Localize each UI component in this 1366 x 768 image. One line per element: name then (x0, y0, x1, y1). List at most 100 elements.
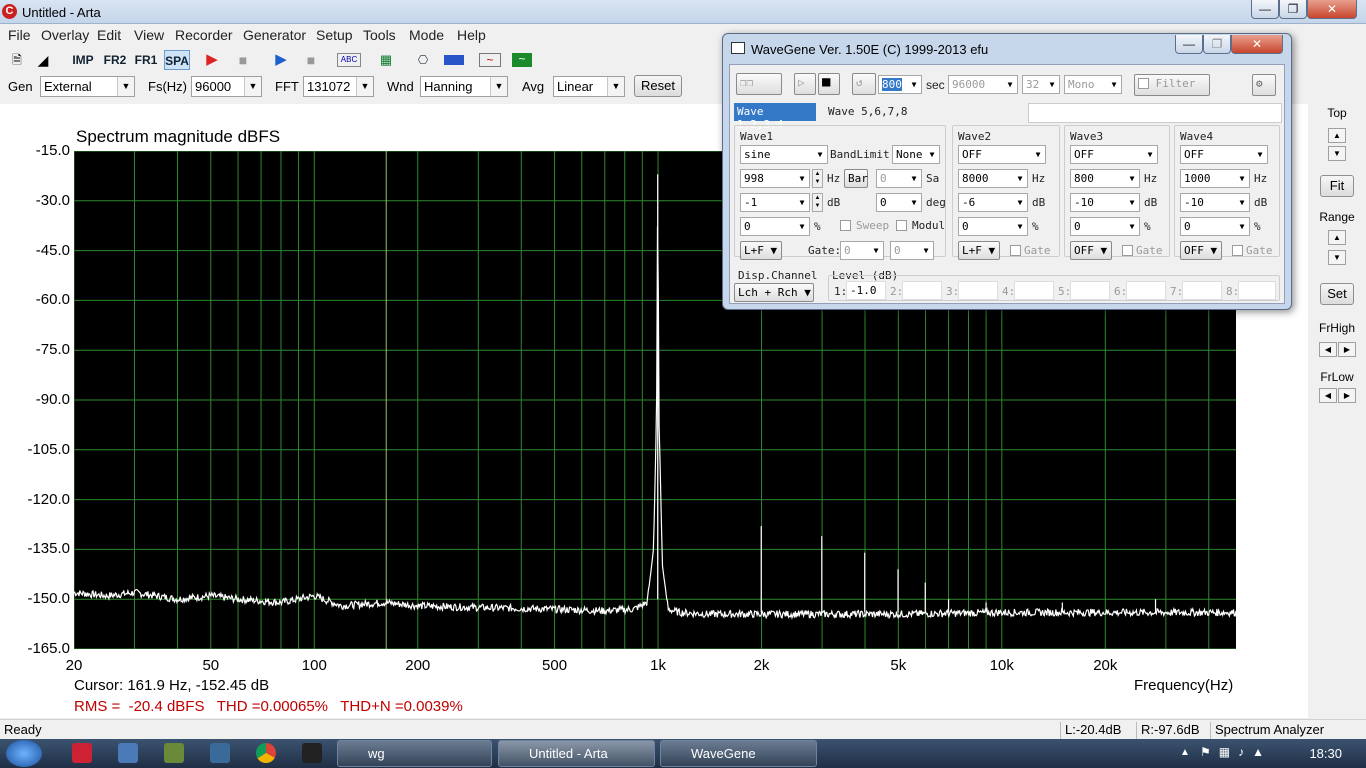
tab-wave-5-8[interactable]: Wave 5,6,7,8 (828, 105, 907, 118)
stop-gen-icon[interactable]: ■ (302, 50, 320, 70)
pinned-tool-icon[interactable] (164, 743, 184, 763)
top-up-button[interactable]: ▲ (1328, 128, 1346, 143)
frlow-left-button[interactable]: ◀ (1319, 388, 1337, 403)
duration-select[interactable]: 800 ▼ (878, 75, 922, 94)
wave4-freq-select[interactable]: 1000 ▼ (1180, 169, 1250, 188)
disp-channel-select[interactable]: Lch + Rch ▼ (734, 283, 814, 302)
fft-select[interactable]: 131072 ▼ (303, 76, 374, 97)
tab-wave-1-4[interactable]: Wave 1,2,3,4 (734, 103, 816, 131)
taskbar-wavegene[interactable]: WaveGene (660, 740, 817, 767)
taskbar-folder-wg[interactable]: wg (337, 740, 492, 767)
wave4-offset-select[interactable]: 0 ▼ (1180, 217, 1250, 236)
pinned-app3-icon[interactable] (302, 743, 322, 763)
range-down-button[interactable]: ▼ (1328, 250, 1346, 265)
settings-icon[interactable]: ⚙ (1252, 74, 1276, 96)
maximize-button[interactable]: ❐ (1279, 0, 1307, 19)
fr1-button[interactable]: FR1 (133, 50, 159, 70)
play-icon[interactable]: ▶ (272, 50, 290, 70)
wave3-level-select[interactable]: -10 ▼ (1070, 193, 1140, 212)
wave1-phase-select[interactable]: 0 ▼ (876, 193, 922, 212)
fr2-button[interactable]: FR2 (102, 50, 128, 70)
wave3-gate-checkbox[interactable] (1122, 245, 1133, 256)
frhigh-right-button[interactable]: ▶ (1338, 342, 1356, 357)
top-down-button[interactable]: ▼ (1328, 146, 1346, 161)
wave2-level-select[interactable]: -6 ▼ (958, 193, 1028, 212)
rate-select[interactable]: 96000 ▼ (948, 75, 1018, 94)
menu-setup[interactable]: Setup (316, 27, 353, 43)
wavegene-close-button[interactable]: ✕ (1231, 35, 1283, 54)
wave4-gate-checkbox[interactable] (1232, 245, 1243, 256)
pinned-app2-icon[interactable] (210, 743, 230, 763)
card-icon[interactable] (444, 55, 464, 65)
wave1-sa-select[interactable]: 0 ▼ (876, 169, 922, 188)
menu-edit[interactable]: Edit (97, 27, 121, 43)
filter-toggle[interactable]: Filter (1134, 74, 1210, 96)
wave1-freq-spinner[interactable]: ▲ ▼ (812, 169, 823, 188)
wave3-offset-select[interactable]: 0 ▼ (1070, 217, 1140, 236)
keyboard-icon[interactable] (118, 743, 138, 763)
wave2-gate-checkbox[interactable] (1010, 245, 1021, 256)
menu-view[interactable]: View (134, 27, 164, 43)
wavegene-minimize-button[interactable]: — (1175, 35, 1203, 54)
wavegene-maximize-button[interactable]: ❐ (1203, 35, 1231, 54)
wave4-level-select[interactable]: -10 ▼ (1180, 193, 1250, 212)
wave1-type-select[interactable]: sine ▼ (740, 145, 828, 164)
spa-button[interactable]: SPA (164, 50, 190, 70)
fit-button[interactable]: Fit (1320, 175, 1354, 197)
copy-icon[interactable]: ❐❐ (736, 73, 782, 95)
menu-file[interactable]: File (8, 27, 31, 43)
menu-mode[interactable]: Mode (409, 27, 444, 43)
record-play-icon[interactable]: ▶ (203, 50, 221, 70)
play-wave-icon[interactable]: ▷ (794, 73, 816, 95)
wave3-route-select[interactable]: OFF ▼ (1070, 241, 1112, 260)
filter-checkbox[interactable] (1138, 78, 1149, 89)
bar-button[interactable]: Bar (844, 169, 868, 188)
scope-icon[interactable]: ~ (512, 53, 532, 67)
reset-button[interactable]: Reset (634, 75, 682, 97)
chrome-icon[interactable] (256, 743, 276, 763)
menu-recorder[interactable]: Recorder (175, 27, 233, 43)
abc-icon[interactable]: ABC (337, 53, 361, 67)
close-button[interactable]: ✕ (1307, 0, 1357, 19)
imp-button[interactable]: IMP (70, 50, 96, 70)
avg-select[interactable]: Linear ▼ (553, 76, 625, 97)
pinned-app-icon[interactable] (72, 743, 92, 763)
modul-checkbox[interactable] (896, 220, 907, 231)
taskbar-arta[interactable]: Untitled - Arta (498, 740, 655, 767)
frhigh-left-button[interactable]: ◀ (1319, 342, 1337, 357)
minimize-button[interactable]: — (1251, 0, 1279, 19)
tray-expand-icon[interactable]: ▲ (1180, 747, 1190, 758)
set-button[interactable]: Set (1320, 283, 1354, 305)
channels-select[interactable]: Mono ▼ (1064, 75, 1122, 94)
wave1-level-select[interactable]: -1 ▼ (740, 193, 810, 212)
menu-generator[interactable]: Generator (243, 27, 306, 43)
probe-icon[interactable]: ⎔ (412, 50, 434, 70)
sweep-checkbox[interactable] (840, 220, 851, 231)
new-file-icon[interactable]: 🗎 (8, 50, 26, 70)
wave2-type-select[interactable]: OFF ▼ (958, 145, 1046, 164)
wave3-type-select[interactable]: OFF ▼ (1070, 145, 1158, 164)
wave1-offset-select[interactable]: 0 ▼ (740, 217, 810, 236)
wave4-route-select[interactable]: OFF ▼ (1180, 241, 1222, 260)
stop-wave-icon[interactable]: ■ (818, 73, 840, 95)
wave1-freq-select[interactable]: 998 ▼ (740, 169, 810, 188)
menu-tools[interactable]: Tools (363, 27, 396, 43)
range-up-button[interactable]: ▲ (1328, 230, 1346, 245)
bits-select[interactable]: 32 ▼ (1022, 75, 1060, 94)
wave3-freq-select[interactable]: 800 ▼ (1070, 169, 1140, 188)
menu-overlay[interactable]: Overlay (41, 27, 89, 43)
start-button-icon[interactable] (6, 740, 42, 767)
bandlimit-select[interactable]: None ▼ (892, 145, 940, 164)
wave-icon[interactable]: ~ (479, 53, 501, 67)
menu-help[interactable]: Help (457, 27, 486, 43)
frlow-right-button[interactable]: ▶ (1338, 388, 1356, 403)
gate2-select[interactable]: 0 ▼ (890, 241, 934, 260)
wave1-level-spinner[interactable]: ▲ ▼ (812, 193, 823, 212)
wave2-freq-select[interactable]: 8000 ▼ (958, 169, 1028, 188)
wave2-offset-select[interactable]: 0 ▼ (958, 217, 1028, 236)
wave4-type-select[interactable]: OFF ▼ (1180, 145, 1268, 164)
gen-select[interactable]: External ▼ (40, 76, 135, 97)
hatch-icon[interactable]: ▦ (377, 50, 395, 70)
loop-icon[interactable]: ↺ (852, 73, 876, 95)
fs-select[interactable]: 96000 ▼ (191, 76, 262, 97)
